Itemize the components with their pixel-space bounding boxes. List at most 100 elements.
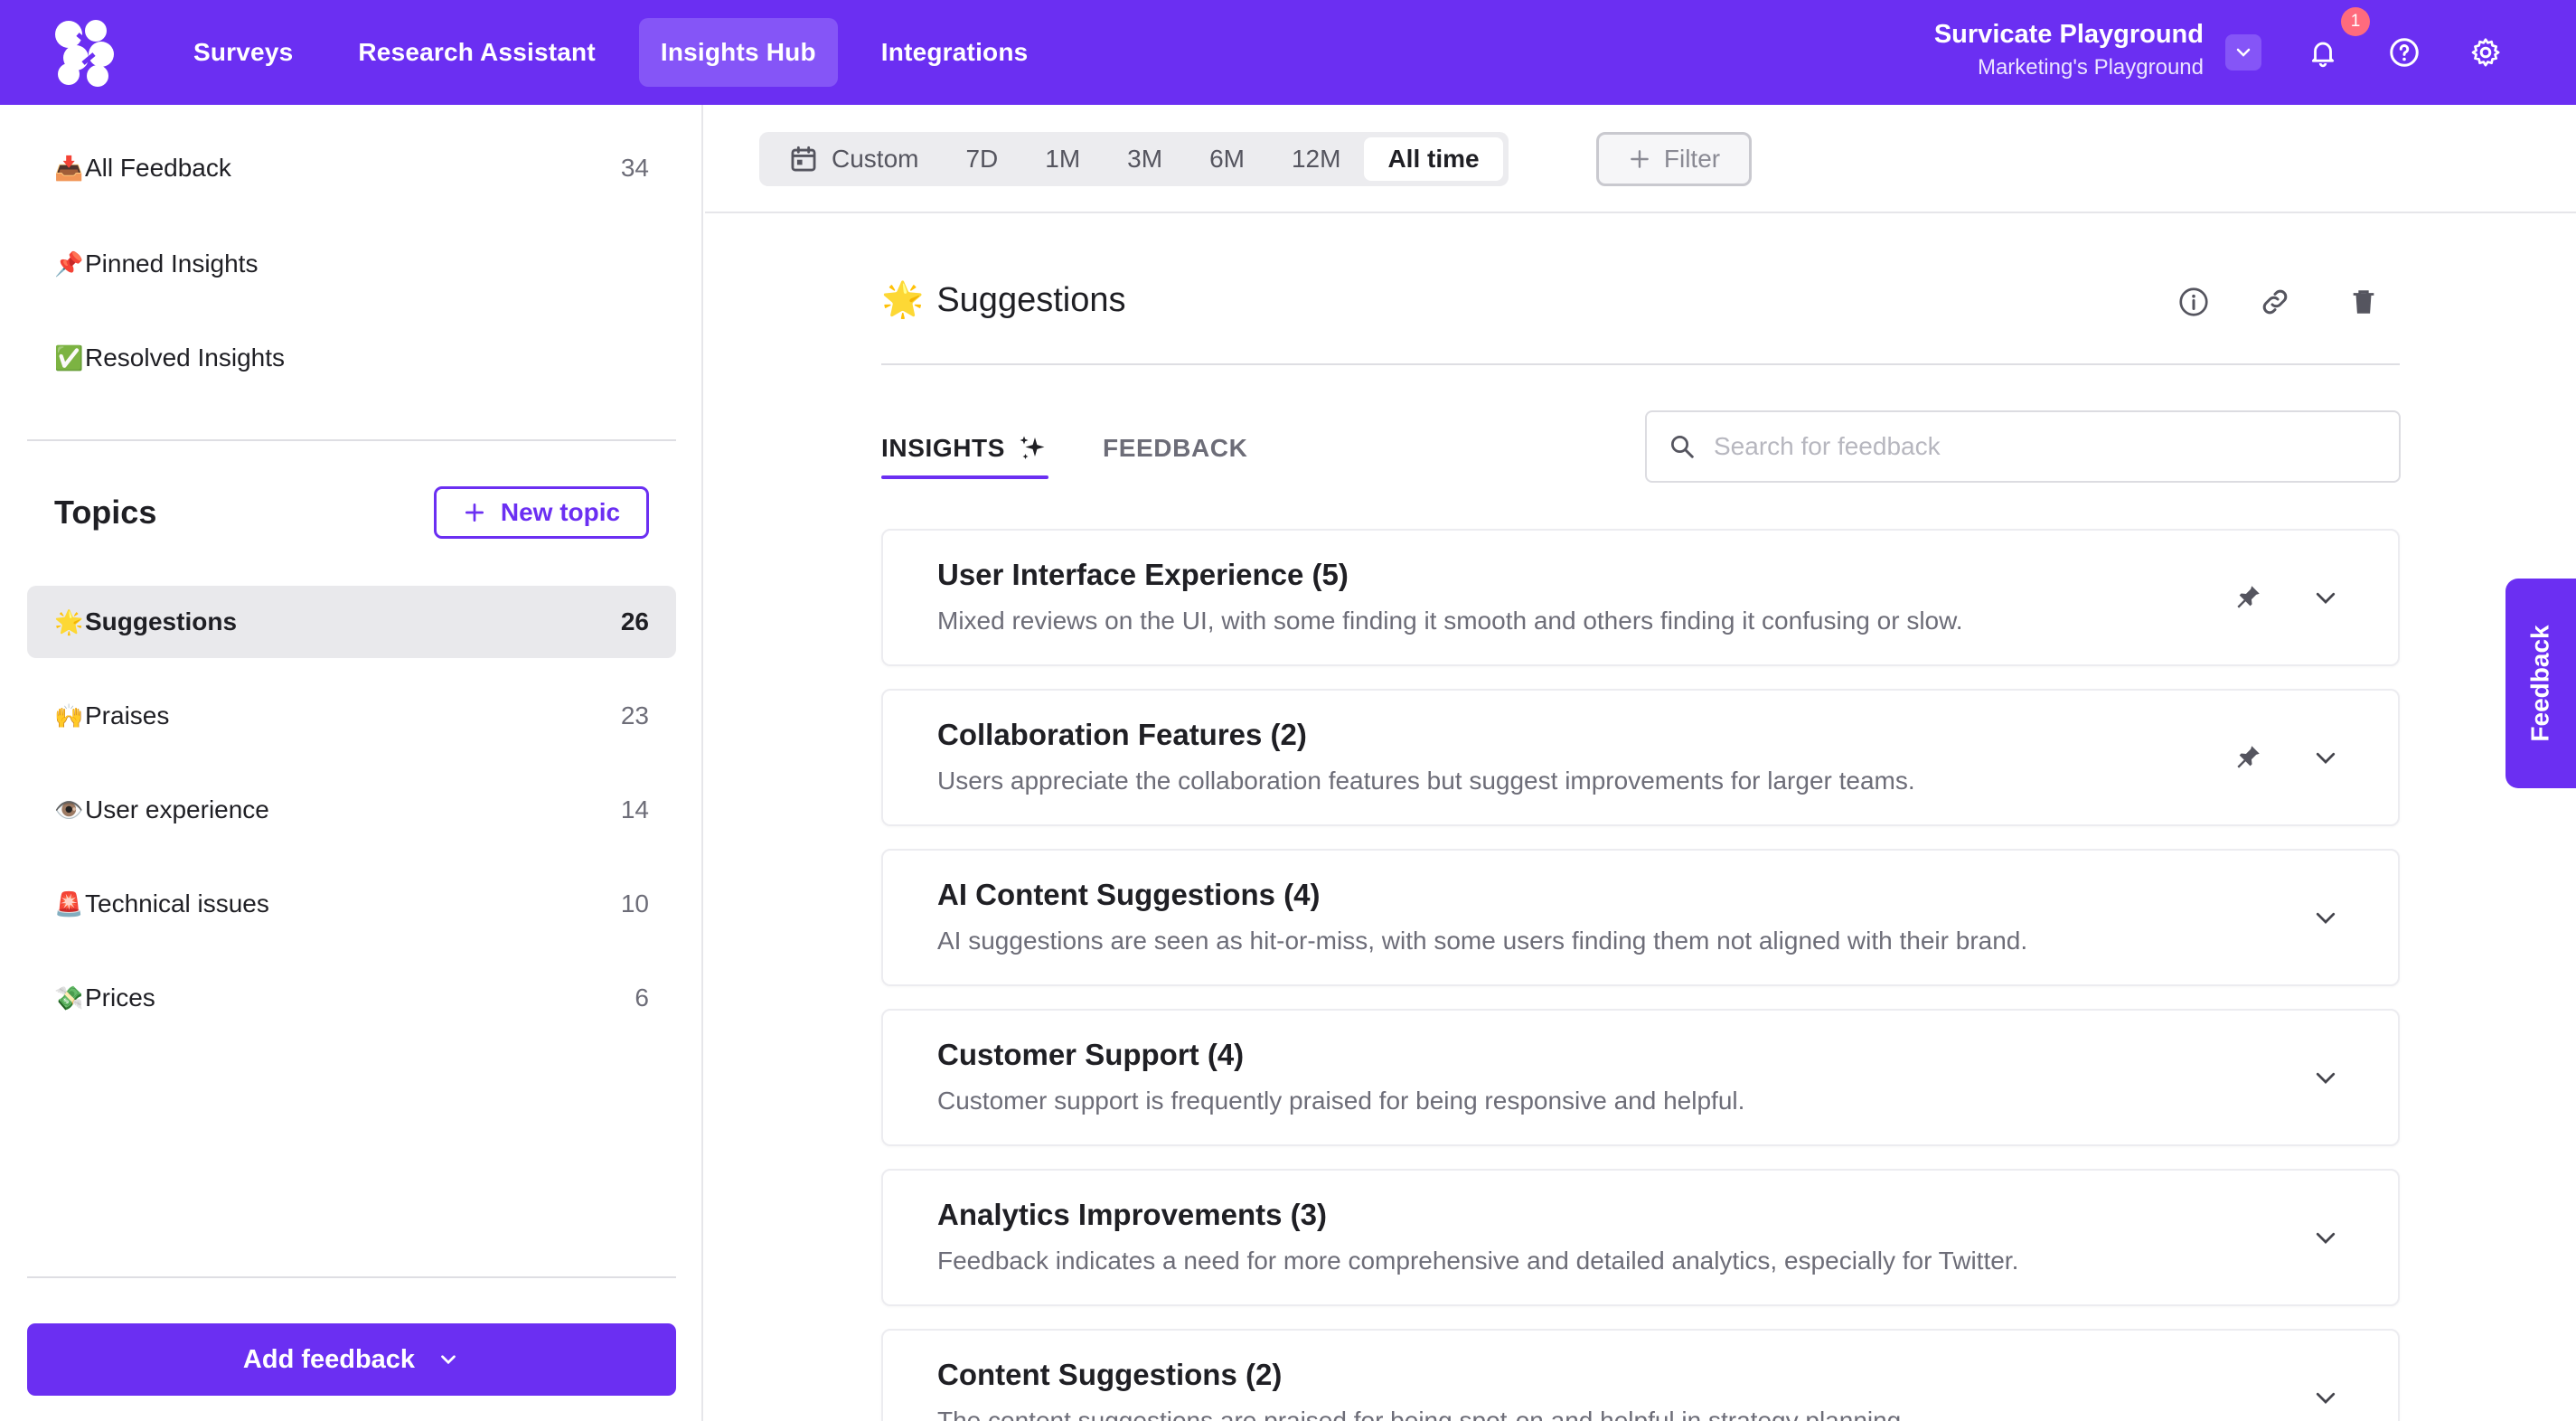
sidebar-item-count: 14 [620,795,649,823]
topics-heading: Topics [54,494,157,531]
workspace-switcher[interactable]: Survicate Playground Marketing's Playgro… [1934,16,2204,83]
filter-label: Filter [1663,145,1721,173]
range-6m[interactable]: 6M [1186,137,1268,181]
insight-description: The content suggestions are praised for … [937,1407,1909,1421]
sidebar-item-all-feedback[interactable]: 📥 All Feedback 34 [27,132,676,204]
sidebar-item-prices[interactable]: 💸 Prices 6 [27,962,676,1034]
new-topic-label: New topic [500,498,621,526]
insight-description: Users appreciate the collaboration featu… [937,767,1915,795]
sidebar-item-label: Pinned Insights [85,249,259,278]
insight-description: Customer support is frequently praised f… [937,1087,1745,1115]
help-icon[interactable] [2384,33,2424,72]
range-1m[interactable]: 1M [1021,137,1104,181]
insight-card[interactable]: User Interface Experience (5) Mixed revi… [881,529,2400,666]
sidebar-item-label: Praises [85,701,170,729]
sidebar-item-label: Technical issues [85,889,269,918]
range-custom[interactable]: Custom [765,137,942,181]
insight-description: Feedback indicates a need for more compr… [937,1247,2019,1275]
check-mark-icon: ✅ [54,343,84,372]
sidebar-item-count: 6 [635,983,649,1012]
sidebar-item-pinned-insights[interactable]: 📌 Pinned Insights [27,228,676,300]
date-range-selector: Custom 7D 1M 3M 6M 12M All time [759,132,1509,186]
insight-title: Collaboration Features (2) [937,718,1307,751]
pin-icon[interactable] [2228,578,2268,617]
insight-card[interactable]: Collaboration Features (2) Users appreci… [881,689,2400,826]
chevron-down-icon[interactable] [2306,1058,2346,1097]
sidebar-item-user-experience[interactable]: 👁️ User experience 14 [27,774,676,846]
pin-icon[interactable] [2228,738,2268,777]
raised-hands-icon: 🙌 [54,701,84,729]
sidebar-item-count: 34 [620,154,649,182]
sidebar-item-count: 26 [620,607,649,635]
workspace-subtitle: Marketing's Playground [1977,55,2204,80]
sidebar-item-count: 10 [620,889,649,918]
sidebar-item-suggestions[interactable]: 🌟 Suggestions 26 [27,586,676,658]
chevron-down-icon[interactable] [2306,898,2346,937]
nav-surveys[interactable]: Surveys [172,18,315,87]
eye-icon: 👁️ [54,795,84,823]
insight-title: Analytics Improvements (3) [937,1198,1327,1231]
insight-title: Content Suggestions (2) [937,1358,1283,1391]
sidebar-item-label: Suggestions [85,607,238,635]
info-icon[interactable] [2172,280,2215,324]
sidebar-divider [27,439,676,441]
inbox-icon: 📥 [54,154,84,182]
insight-title: User Interface Experience (5) [937,558,1349,591]
top-navigation-bar: Surveys Research Assistant Insights Hub … [0,0,2576,105]
search-field[interactable] [1645,410,2401,483]
tab-insights[interactable]: INSIGHTS [881,418,1049,479]
notification-badge: 1 [2341,7,2370,36]
main-nav: Surveys Research Assistant Insights Hub … [172,0,1049,105]
nav-insights-hub[interactable]: Insights Hub [638,18,838,87]
sidebar-divider [27,1276,676,1278]
insight-title: AI Content Suggestions (4) [937,878,1321,911]
tab-feedback[interactable]: FEEDBACK [1103,418,1247,479]
insight-card[interactable]: Analytics Improvements (3) Feedback indi… [881,1169,2400,1306]
plus-icon [1631,150,1649,168]
search-input[interactable] [1714,432,2383,461]
link-icon[interactable] [2253,280,2297,324]
insight-card[interactable]: Customer Support (4) Customer support is… [881,1009,2400,1146]
star-icon: 🌟 [881,281,925,319]
nav-integrations[interactable]: Integrations [860,18,1050,87]
range-3m[interactable]: 3M [1104,137,1186,181]
topic-title-text: Suggestions [936,280,1126,319]
new-topic-button[interactable]: New topic [434,486,649,539]
feedback-side-tab-label: Feedback [2526,625,2555,742]
chevron-down-icon[interactable] [2306,1218,2346,1257]
sidebar-item-label: User experience [85,795,269,823]
range-7d[interactable]: 7D [942,137,1021,181]
trash-icon[interactable] [2342,280,2385,324]
insight-title: Customer Support (4) [937,1038,1245,1071]
add-feedback-button[interactable]: Add feedback [27,1323,676,1396]
sidebar-item-label: Resolved Insights [85,343,286,372]
tab-insights-label: INSIGHTS [881,434,1006,462]
add-feedback-label: Add feedback [242,1344,416,1374]
range-custom-label: Custom [832,145,919,173]
chevron-down-icon[interactable] [2306,578,2346,617]
sidebar-item-technical-issues[interactable]: 🚨 Technical issues 10 [27,868,676,940]
sidebar-item-count: 23 [620,701,649,729]
sidebar-item-praises[interactable]: 🙌 Praises 23 [27,680,676,752]
range-all-time[interactable]: All time [1364,137,1503,181]
workspace-name: Survicate Playground [1933,20,2204,49]
insight-card[interactable]: AI Content Suggestions (4) AI suggestion… [881,849,2400,986]
gear-icon[interactable] [2466,33,2505,72]
chevron-down-icon[interactable] [2306,1378,2346,1417]
feedback-side-tab[interactable]: Feedback [2505,579,2576,788]
insight-card[interactable]: Content Suggestions (2) The content sugg… [881,1329,2400,1421]
nav-research-assistant[interactable]: Research Assistant [336,18,616,87]
money-icon: 💸 [54,983,84,1012]
bell-icon[interactable] [2303,33,2343,72]
insight-description: Mixed reviews on the UI, with some findi… [937,607,1963,635]
filter-button[interactable]: Filter [1596,132,1752,186]
sidebar-item-label: All Feedback [85,154,231,182]
sidebar-item-resolved-insights[interactable]: ✅ Resolved Insights [27,322,676,394]
chevron-down-icon[interactable] [2306,738,2346,777]
survicate-logo[interactable] [51,18,119,87]
range-12m[interactable]: 12M [1268,137,1364,181]
plus-icon [465,503,484,522]
sparkles-icon [1020,436,1045,459]
filter-bar: Custom 7D 1M 3M 6M 12M All time Filter [705,105,2576,213]
chevron-down-icon[interactable] [2225,34,2261,71]
